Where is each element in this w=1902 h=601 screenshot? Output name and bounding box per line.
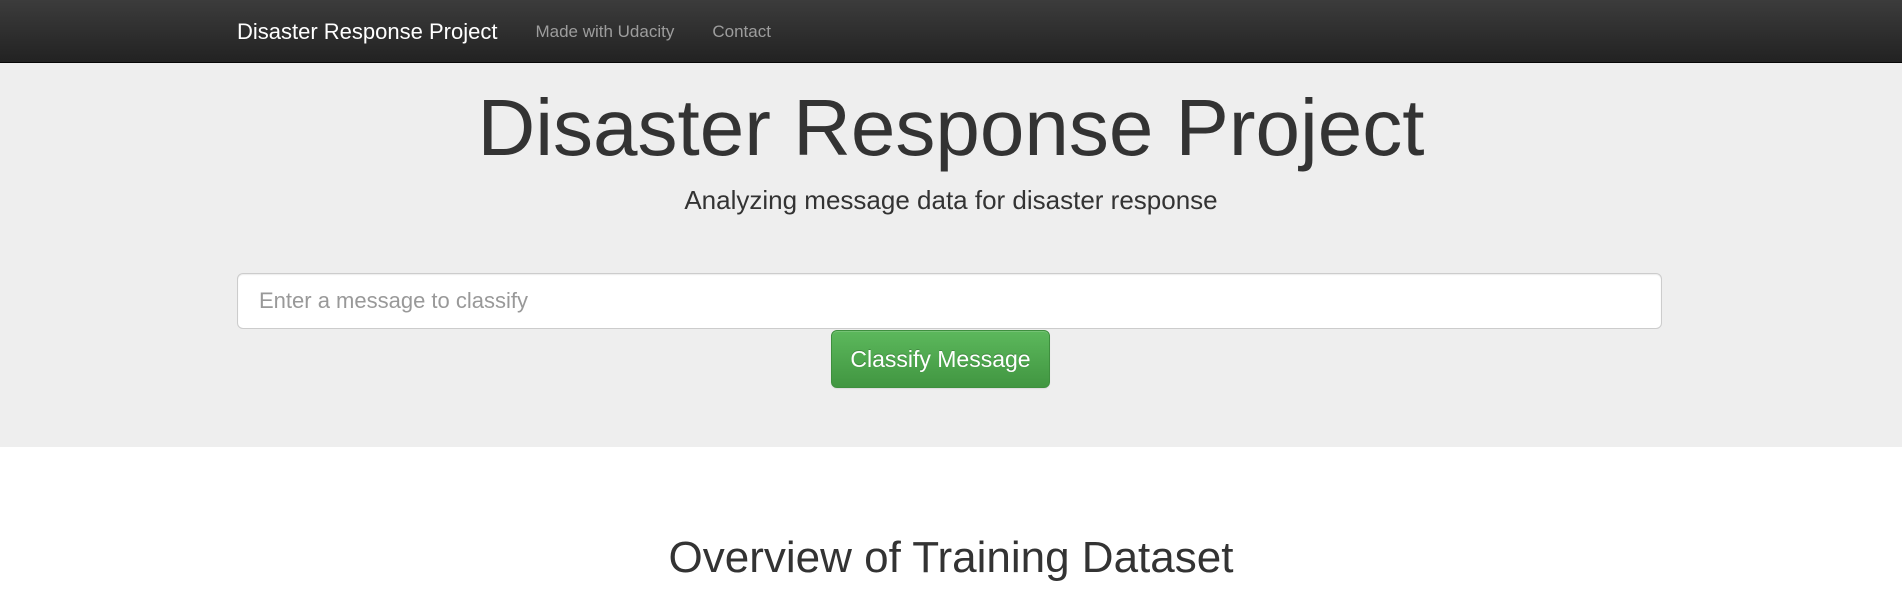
message-input[interactable] [237,273,1662,329]
overview-section-title: Overview of Training Dataset [668,533,1234,582]
navbar-brand-link[interactable]: Disaster Response Project [237,19,497,45]
page: Disaster Response Project Made with Udac… [0,0,1902,601]
hero-subtitle: Analyzing message data for disaster resp… [684,185,1218,215]
navbar-container: Disaster Response Project Made with Udac… [237,0,809,63]
classify-message-button[interactable]: Classify Message [831,330,1050,388]
hero-title: Disaster Response Project [477,83,1425,172]
top-navbar: Disaster Response Project Made with Udac… [0,0,1902,63]
nav-link-made-with-udacity[interactable]: Made with Udacity [535,22,674,42]
nav-link-contact[interactable]: Contact [712,22,771,42]
hero-jumbotron: Disaster Response Project Analyzing mess… [0,63,1902,447]
